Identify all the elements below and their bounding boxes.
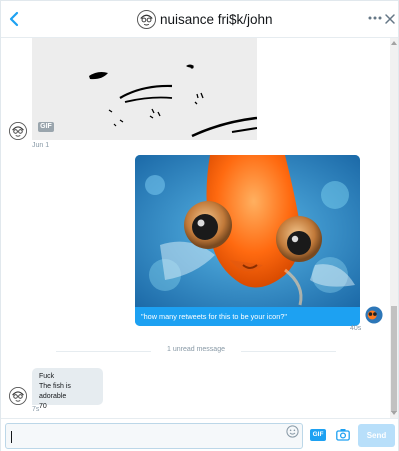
message-timestamp: 40s — [350, 325, 362, 332]
conversation-info-button[interactable]: nuisance fri$k/john — [137, 7, 273, 31]
goldfish-image — [135, 155, 360, 307]
message-composer: GIF Send — [1, 418, 398, 451]
more-options-button[interactable] — [367, 11, 383, 25]
close-button[interactable] — [384, 12, 396, 24]
message-line: The fish is adorable — [39, 383, 71, 400]
emoji-button[interactable] — [286, 425, 299, 438]
back-button[interactable] — [5, 9, 25, 29]
message-timestamp: Jun 1 — [32, 142, 50, 149]
message-input[interactable] — [5, 423, 303, 449]
sender-avatar[interactable] — [9, 387, 27, 405]
more-horizontal-icon — [368, 16, 382, 20]
chevron-left-icon — [9, 11, 19, 27]
camera-icon — [336, 429, 350, 441]
message-line: Fuck — [39, 373, 55, 380]
goldfish-photo — [135, 155, 360, 307]
gif-image — [32, 38, 257, 140]
dm-conversation-window: nuisance fri$k/john GIF Jun 1 "how many … — [0, 0, 399, 451]
message-line: 70 — [39, 403, 47, 410]
avatar — [137, 9, 156, 29]
gif-badge: GIF — [38, 122, 54, 132]
unread-label: 1 unread message — [159, 346, 233, 353]
scroll-up-icon[interactable] — [391, 40, 397, 46]
scrollbar-thumb[interactable] — [391, 306, 397, 412]
gif-message[interactable]: GIF — [32, 38, 257, 140]
emoji-icon — [286, 425, 299, 438]
conversation-header: nuisance fri$k/john — [1, 1, 398, 38]
message-thread: GIF Jun 1 "how many retweets for this to… — [1, 38, 390, 418]
conversation-title: nuisance fri$k/john — [160, 11, 273, 27]
text-caret — [11, 431, 12, 443]
photo-message[interactable]: "how many retweets for this to be your i… — [135, 155, 360, 326]
media-button[interactable] — [336, 428, 350, 441]
unread-divider: 1 unread message — [56, 345, 336, 357]
photo-caption: "how many retweets for this to be your i… — [135, 307, 360, 326]
sender-avatar[interactable] — [9, 122, 27, 140]
my-avatar[interactable] — [365, 306, 383, 324]
gif-button[interactable]: GIF — [310, 429, 326, 441]
message-timestamp: 7s — [32, 406, 40, 413]
close-icon — [385, 14, 395, 24]
received-message-bubble[interactable]: Fuck The fish is adorable 70 — [32, 368, 103, 410]
scroll-down-icon[interactable] — [391, 410, 397, 416]
thread-scrollbar[interactable] — [390, 38, 398, 418]
send-button[interactable]: Send — [358, 424, 395, 447]
